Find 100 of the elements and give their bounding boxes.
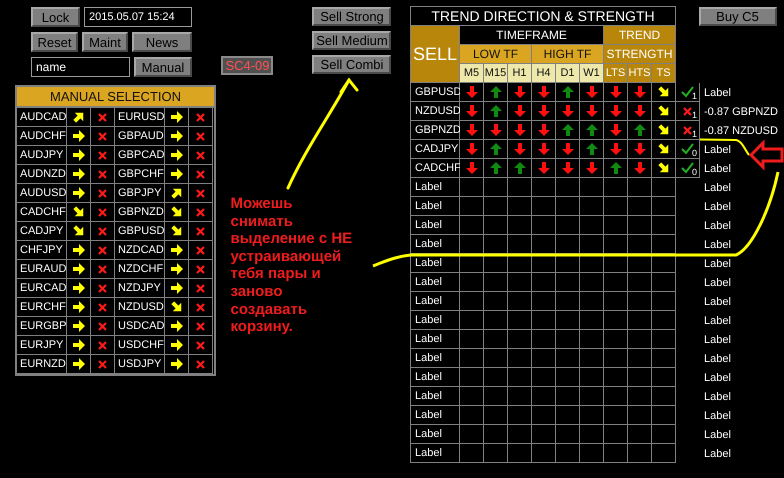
sell-button[interactable]: Sell Combi	[312, 55, 392, 74]
pair-name[interactable]: AUDUSD	[17, 184, 67, 203]
table-cell	[580, 216, 604, 235]
right-arrow-icon	[170, 357, 184, 371]
table-cell	[628, 368, 652, 387]
pair-name[interactable]: NZDJPY	[115, 279, 165, 298]
pair-name[interactable]: EURAUD	[17, 260, 67, 279]
down-arrow-icon	[512, 104, 526, 118]
datetime-field[interactable]: 2015.05.07 15:24	[84, 7, 192, 27]
pair-name: Label	[410, 387, 460, 406]
diagonal-arrow-icon	[170, 186, 184, 200]
pair-name[interactable]: EURNZD	[17, 355, 67, 374]
cross-icon[interactable]	[98, 150, 107, 160]
pair-name[interactable]: AUDCHF	[17, 127, 67, 146]
pair-name[interactable]: AUDNZD	[17, 165, 67, 184]
cross-icon[interactable]	[196, 302, 205, 312]
pair-name[interactable]: USDCAD	[115, 317, 165, 336]
pair-name[interactable]: EURCHF	[17, 298, 67, 317]
table-cell	[556, 349, 580, 368]
cross-icon[interactable]	[98, 284, 107, 292]
side-label: Label	[704, 182, 731, 194]
pair-name: Label	[410, 368, 460, 387]
pair-name: Label	[410, 311, 460, 330]
cross-icon[interactable]	[98, 340, 107, 350]
cross-icon[interactable]	[98, 264, 107, 274]
down-arrow-icon	[584, 85, 598, 99]
pair-name[interactable]: AUDJPY	[17, 146, 67, 165]
cross-icon[interactable]	[98, 322, 107, 330]
table-cell	[604, 273, 628, 292]
cross-icon[interactable]	[196, 340, 205, 350]
pair-name[interactable]: USDCHF	[115, 336, 165, 355]
manual-button[interactable]: Manual	[134, 57, 192, 77]
pair-name[interactable]: EURJPY	[17, 336, 67, 355]
cross-icon[interactable]	[196, 112, 205, 122]
pair-name[interactable]: CHFJPY	[17, 241, 67, 260]
side-label: Label	[704, 258, 731, 270]
table-cell	[556, 292, 580, 311]
buy-button[interactable]: Buy C5	[698, 6, 776, 26]
pair-name[interactable]: GBPUSD	[115, 222, 165, 241]
table-cell	[556, 273, 580, 292]
pair-name[interactable]: NZDCAD	[115, 241, 165, 260]
cross-icon[interactable]	[98, 302, 107, 312]
cross-icon[interactable]	[196, 226, 205, 236]
pair-name[interactable]: GBPJPY	[115, 184, 165, 203]
pair-name[interactable]: GBPCAD	[115, 146, 165, 165]
pair-name: Label	[410, 349, 460, 368]
cross-icon[interactable]	[98, 112, 107, 122]
table-cell	[460, 330, 484, 349]
cross-icon[interactable]	[196, 264, 205, 274]
sell-button[interactable]: Sell Medium	[312, 31, 392, 50]
pair-name[interactable]: AUDCAD	[17, 108, 67, 127]
pair-name[interactable]: USDJPY	[115, 355, 165, 374]
pair-name[interactable]: NZDUSD	[115, 298, 165, 317]
pair-name[interactable]: NZDCHF	[115, 260, 165, 279]
table-cell	[532, 387, 556, 406]
table-cell	[580, 406, 604, 425]
cross-icon[interactable]	[196, 360, 205, 368]
line-annotation	[700, 138, 750, 156]
cross-icon[interactable]	[98, 246, 107, 254]
cross-icon[interactable]	[196, 150, 205, 160]
pair-name[interactable]: EURUSD	[115, 108, 165, 127]
diagonal-arrow-icon	[72, 224, 86, 238]
cross-icon[interactable]	[196, 246, 205, 254]
table-cell	[532, 330, 556, 349]
up-arrow-icon	[608, 161, 622, 175]
diagonal-arrow-icon	[656, 161, 670, 175]
cross-icon[interactable]	[196, 284, 205, 292]
table-cell	[460, 197, 484, 216]
pair-name[interactable]: GBPCHF	[115, 165, 165, 184]
cross-icon[interactable]	[98, 226, 107, 236]
pair-name[interactable]: CADJPY	[17, 222, 67, 241]
cross-icon[interactable]	[98, 170, 107, 178]
reset-button[interactable]: Reset	[31, 32, 78, 52]
table-cell	[484, 216, 508, 235]
pair-name[interactable]: GBPNZD	[115, 203, 165, 222]
down-arrow-icon	[464, 161, 478, 175]
news-button[interactable]: News	[132, 32, 192, 52]
table-cell	[580, 425, 604, 444]
pair-name[interactable]: EURGBP	[17, 317, 67, 336]
cross-icon[interactable]	[98, 188, 107, 198]
pair-name[interactable]: GBPAUD	[115, 127, 165, 146]
cross-icon[interactable]	[196, 188, 205, 198]
right-arrow-icon	[72, 338, 86, 352]
cross-icon[interactable]	[98, 132, 107, 140]
side-label: -0.87 GBPNZD	[704, 106, 778, 118]
name-field[interactable]: name	[31, 57, 130, 77]
maint-button[interactable]: Maint	[82, 32, 128, 52]
sell-button[interactable]: Sell Strong	[312, 7, 392, 26]
right-arrow-icon	[170, 319, 184, 333]
cross-icon[interactable]	[98, 360, 107, 368]
cross-icon[interactable]	[196, 208, 205, 216]
cross-icon[interactable]	[98, 208, 107, 216]
column-header: H1	[508, 64, 532, 83]
pair-name[interactable]: EURCAD	[17, 279, 67, 298]
pair-name: Label	[410, 406, 460, 425]
pair-name[interactable]: CADCHF	[17, 203, 67, 222]
cross-icon[interactable]	[196, 170, 205, 178]
lock-button[interactable]: Lock	[31, 7, 80, 27]
cross-icon[interactable]	[196, 322, 205, 330]
cross-icon[interactable]	[196, 132, 205, 140]
